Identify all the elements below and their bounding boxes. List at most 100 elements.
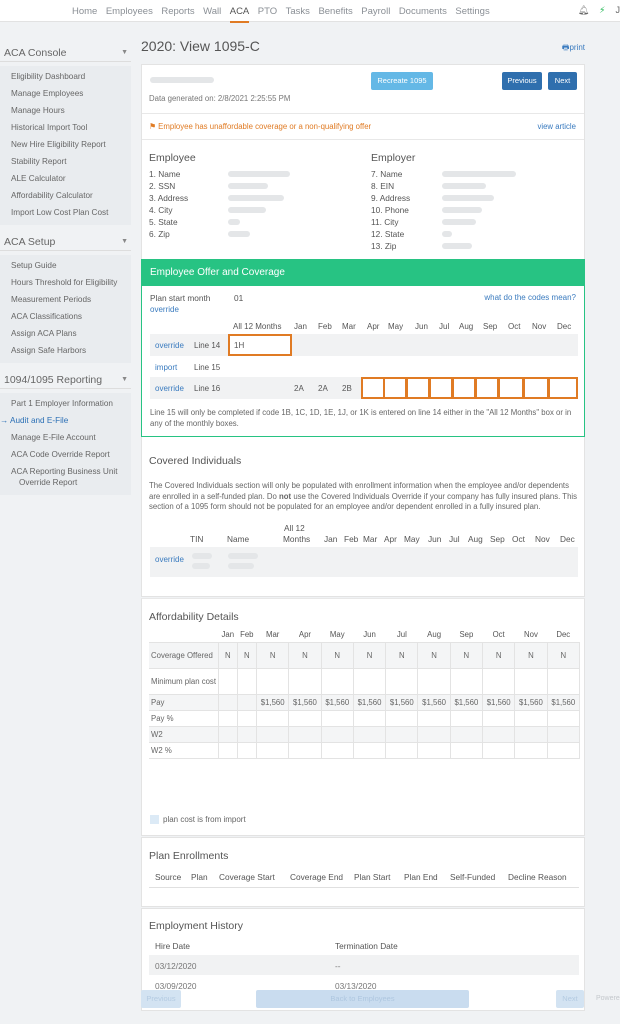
redacted-value (442, 243, 472, 249)
chevron-down-icon[interactable]: ▼ (121, 44, 128, 62)
aff-cell: $1,560 (482, 693, 516, 711)
sidebar-item[interactable]: ACA Classifications (0, 308, 131, 325)
sidebar-item[interactable]: Assign ACA Plans (0, 325, 131, 342)
aff-cell (546, 667, 581, 695)
sidebar-item[interactable]: New Hire Eligibility Report (0, 136, 131, 153)
sidebar-item[interactable]: ALE Calculator (0, 170, 131, 187)
covered-row (150, 547, 578, 577)
nav-reports[interactable]: Reports (161, 6, 194, 23)
sidebar-item[interactable]: Import Low Cost Plan Cost (0, 204, 131, 221)
back-to-employees-button[interactable]: Back to Employees (256, 990, 469, 1008)
sidebar-item[interactable]: Hours Threshold for Eligibility (0, 274, 131, 291)
warning-row: ⚑ Employee has unaffordable coverage or … (149, 122, 371, 131)
aff-cell (352, 667, 387, 695)
aff-cell (482, 709, 516, 727)
sidebar-item[interactable]: Manage Hours (0, 102, 131, 119)
recreate-button[interactable]: Recreate 1095 (371, 72, 433, 90)
sidebar-item[interactable]: Manage E-File Account (0, 429, 131, 446)
sidebar-item[interactable]: Measurement Periods (0, 291, 131, 308)
user-avatar[interactable]: J (616, 5, 620, 16)
sidebar-item[interactable]: Manage Employees (0, 85, 131, 102)
line16-aug-input[interactable] (452, 377, 476, 399)
print-link[interactable]: 🖶︎print (562, 42, 585, 56)
bell-icon[interactable]: 🔔︎ (578, 5, 589, 16)
aff-cell: $1,560 (417, 693, 451, 711)
covered-override-link[interactable]: override (155, 555, 184, 564)
sidebar-item[interactable]: Part 1 Employer Information (0, 395, 131, 412)
footer-bar: Previous Back to Employees Next Powere (0, 990, 620, 1010)
covered-desc-not: not (279, 491, 292, 501)
footer-next-button[interactable]: Next (556, 990, 584, 1008)
plan-start-label: Plan start month (150, 293, 211, 303)
aff-cell (514, 741, 548, 759)
bolt-icon[interactable]: ⚡︎ (599, 5, 605, 16)
aff-cell (385, 725, 419, 743)
aff-cell (546, 725, 581, 743)
nav-benefits[interactable]: Benefits (318, 6, 352, 23)
nav-home[interactable]: Home (72, 6, 97, 23)
aff-corner (149, 628, 219, 642)
line16-dec-input[interactable] (548, 377, 578, 399)
enroll-header: Coverage End (290, 872, 344, 882)
sidebar-list-reporting: Part 1 Employer Information → Audit and … (0, 393, 131, 495)
sidebar-item[interactable]: ACA Code Override Report (0, 446, 131, 463)
affordability-table: Jan Feb Mar Apr May Jun Jul Aug Sep Oct … (149, 628, 581, 759)
aff-cell (288, 725, 322, 743)
enroll-header: Plan Start (354, 872, 391, 882)
nav-pto[interactable]: PTO (258, 6, 277, 23)
redacted-value (442, 195, 494, 201)
enroll-header: Plan End (404, 872, 438, 882)
nav-wall[interactable]: Wall (203, 6, 221, 23)
aff-month-header: Sep (459, 630, 474, 640)
sidebar-item[interactable]: Setup Guide (0, 257, 131, 274)
month-header: Sep (490, 534, 505, 544)
next-button[interactable]: Next (548, 72, 577, 90)
line14-override-link[interactable]: override (155, 341, 184, 350)
previous-button[interactable]: Previous (502, 72, 542, 90)
line15-import-link[interactable]: import (155, 363, 177, 372)
sidebar-item[interactable]: Override Report (0, 477, 131, 491)
sidebar-item[interactable]: Historical Import Tool (0, 119, 131, 136)
sidebar-item[interactable]: Eligibility Dashboard (0, 68, 131, 85)
redacted-value (228, 183, 268, 189)
chevron-down-icon[interactable]: ▼ (121, 233, 128, 251)
nav-tasks[interactable]: Tasks (286, 6, 310, 23)
nav-aca[interactable]: ACA (229, 6, 250, 23)
aff-cell (449, 667, 484, 695)
aff-month-header: Jun (363, 630, 376, 640)
line16-oct-input[interactable] (498, 377, 524, 399)
line16-sep-input[interactable] (475, 377, 499, 399)
aff-cell (236, 667, 258, 695)
sidebar-item[interactable]: Affordability Calculator (0, 187, 131, 204)
plan-start-override-link[interactable]: override (150, 305, 179, 314)
nav-settings[interactable]: Settings (455, 6, 489, 23)
sidebar-section-console[interactable]: ACA Console ▼ (0, 44, 131, 62)
nav-employees[interactable]: Employees (106, 6, 153, 23)
sidebar-list-setup: Setup Guide Hours Threshold for Eligibil… (0, 255, 131, 363)
line16-jun-input[interactable] (406, 377, 430, 399)
codes-help-link[interactable]: what do the codes mean? (484, 293, 576, 302)
sidebar-section-setup[interactable]: ACA Setup ▼ (0, 233, 131, 251)
sidebar-item[interactable]: ACA Reporting Business Unit (0, 463, 131, 477)
aff-cell (514, 667, 548, 695)
view-article-link[interactable]: view article (537, 122, 576, 131)
nav-documents[interactable]: Documents (399, 6, 447, 23)
sidebar-section-reporting[interactable]: 1094/1095 Reporting ▼ (0, 371, 131, 389)
month-header: Aug (468, 534, 483, 544)
line16-may-input[interactable] (383, 377, 407, 399)
sidebar-item[interactable]: Assign Safe Harbors (0, 342, 131, 359)
line16-apr-input[interactable] (361, 377, 385, 399)
aff-cell (218, 693, 238, 711)
nav-payroll[interactable]: Payroll (361, 6, 390, 23)
sidebar-item[interactable]: Stability Report (0, 153, 131, 170)
sidebar-item-current[interactable]: → Audit and E-File (0, 412, 131, 429)
line16-jul-input[interactable] (429, 377, 453, 399)
aff-cell: N (256, 641, 290, 669)
covered-title: Covered Individuals (149, 455, 242, 467)
aff-cell: N (449, 641, 484, 669)
line16-nov-input[interactable] (523, 377, 549, 399)
line16-override-link[interactable]: override (155, 384, 184, 393)
chevron-down-icon[interactable]: ▼ (121, 371, 128, 389)
offer-title: Employee Offer and Coverage (142, 260, 584, 286)
footer-previous-button[interactable]: Previous (141, 990, 181, 1008)
